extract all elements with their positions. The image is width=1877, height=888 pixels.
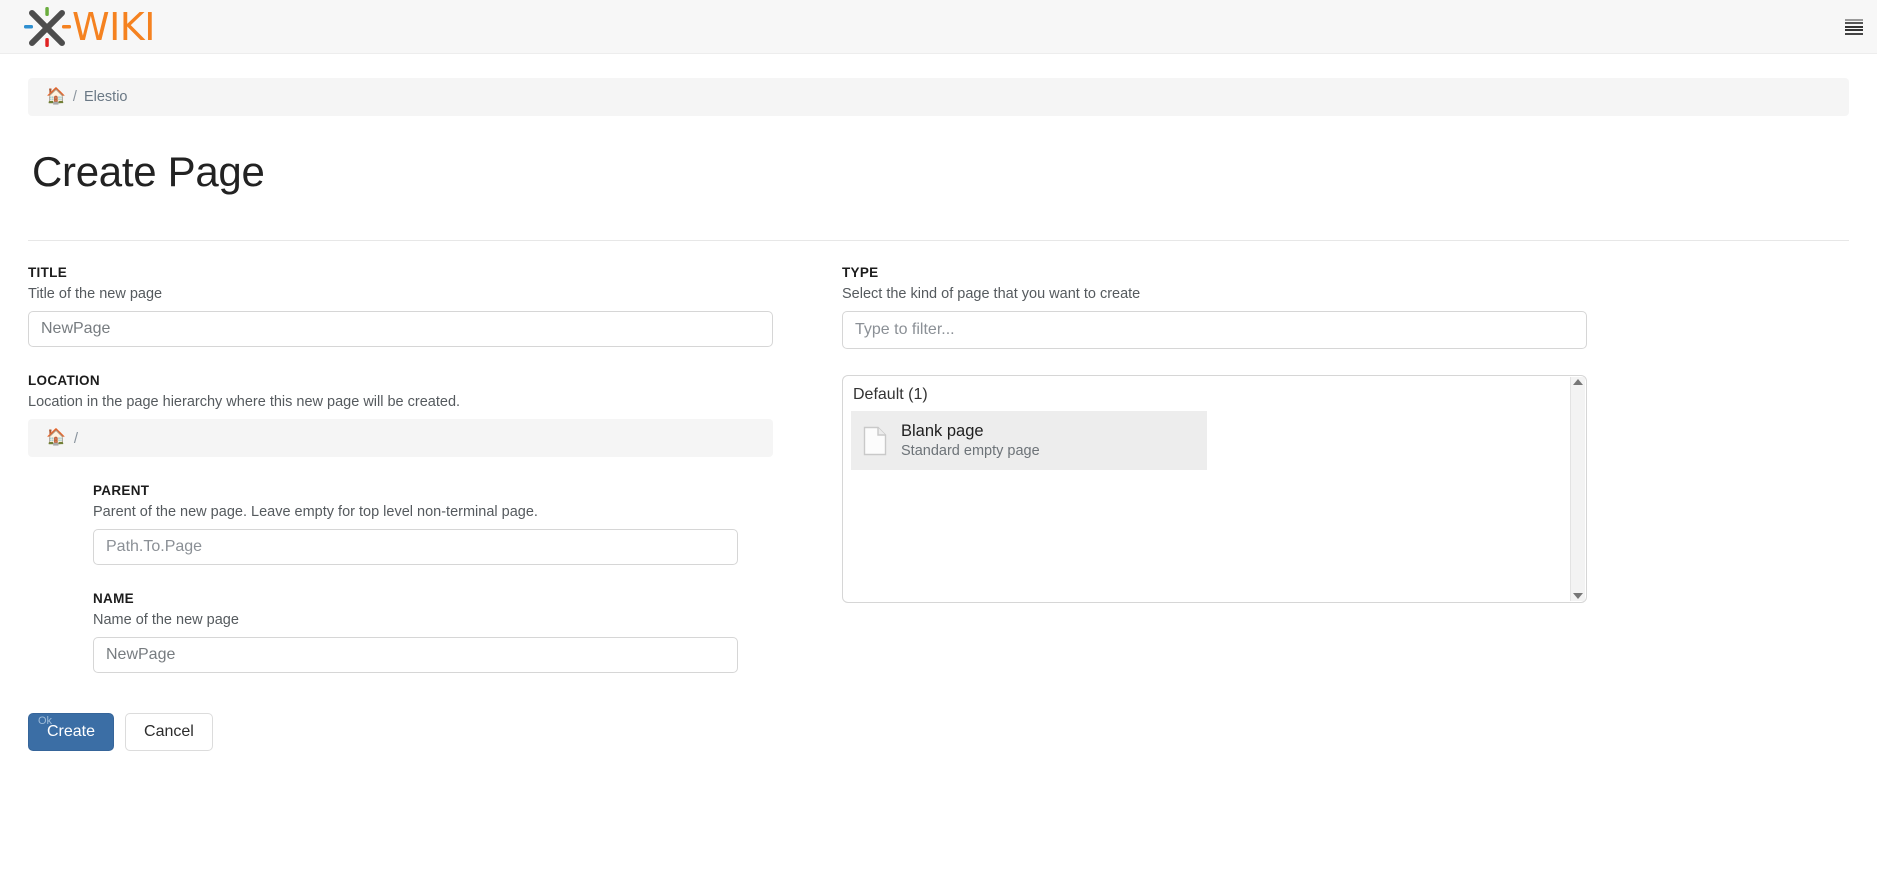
type-field-hint: Select the kind of page that you want to… xyxy=(842,286,1141,302)
document-page-icon xyxy=(863,426,887,456)
template-list-scrollbar[interactable] xyxy=(1570,377,1585,601)
template-name: Blank page xyxy=(901,422,984,440)
title-field-label: TITLE xyxy=(28,265,67,280)
create-accesskey-hint: Ok xyxy=(38,715,53,727)
title-field-hint: Title of the new page xyxy=(28,286,163,302)
page-title: Create Page xyxy=(32,148,265,195)
parent-input[interactable] xyxy=(93,529,738,565)
hamburger-menu-icon[interactable] xyxy=(1845,18,1863,35)
name-field-group: NAME Name of the new page xyxy=(93,591,773,673)
header-divider xyxy=(28,240,1849,241)
hamburger-bar xyxy=(1845,25,1863,28)
type-field-label: TYPE xyxy=(842,265,879,280)
form-actions: Ok Create Cancel xyxy=(28,713,773,751)
home-icon[interactable]: 🏠 xyxy=(46,430,66,446)
breadcrumb-item-elestio[interactable]: Elestio xyxy=(84,89,128,105)
cancel-button-label: Cancel xyxy=(144,723,194,740)
form-columns: TITLE Title of the new page LOCATION Loc… xyxy=(28,265,1849,751)
location-field-label: LOCATION xyxy=(28,373,100,388)
hamburger-bar xyxy=(1845,18,1863,21)
right-column: TYPE Select the kind of page that you wa… xyxy=(842,265,1587,751)
parent-field-group: PARENT Parent of the new page. Leave emp… xyxy=(93,483,773,565)
hamburger-bar xyxy=(1845,22,1863,24)
template-group-title: Default (1) xyxy=(853,386,928,403)
breadcrumb-separator: / xyxy=(72,89,77,105)
template-list-panel: Default (1) Blank page Standard empty pa… xyxy=(842,375,1587,603)
title-input[interactable] xyxy=(28,311,773,347)
xwiki-logo-x-icon xyxy=(22,5,74,49)
top-bar: WIKI xyxy=(0,0,1877,54)
name-field-hint: Name of the new page xyxy=(93,612,239,628)
create-button[interactable]: Ok Create xyxy=(28,713,115,751)
type-filter-input[interactable] xyxy=(842,311,1587,349)
hamburger-bar xyxy=(1845,32,1863,35)
name-field-label: NAME xyxy=(93,591,134,606)
parent-field-label: PARENT xyxy=(93,483,150,498)
xwiki-logo[interactable]: WIKI xyxy=(22,5,155,49)
type-field-group: TYPE Select the kind of page that you wa… xyxy=(842,265,1587,349)
name-input[interactable] xyxy=(93,637,738,673)
location-separator: / xyxy=(73,429,79,447)
parent-field-hint: Parent of the new page. Leave empty for … xyxy=(93,504,538,520)
scroll-up-arrow-icon[interactable] xyxy=(1573,379,1583,385)
location-breadcrumb[interactable]: 🏠 / xyxy=(28,419,773,457)
scroll-down-arrow-icon[interactable] xyxy=(1573,593,1583,599)
template-description: Standard empty page xyxy=(901,442,1040,459)
left-column: TITLE Title of the new page LOCATION Loc… xyxy=(28,265,773,751)
home-icon[interactable]: 🏠 xyxy=(46,89,66,105)
xwiki-logo-text: WIKI xyxy=(72,4,155,49)
location-field-group: LOCATION Location in the page hierarchy … xyxy=(28,373,773,673)
breadcrumb: 🏠 / Elestio xyxy=(28,78,1849,116)
template-item-blank-page[interactable]: Blank page Standard empty page xyxy=(851,411,1207,471)
page-content: 🏠 / Elestio Create Page TITLE Title of t… xyxy=(0,78,1877,751)
title-field-group: TITLE Title of the new page xyxy=(28,265,773,347)
hamburger-bar xyxy=(1845,29,1863,31)
location-field-hint: Location in the page hierarchy where thi… xyxy=(28,394,461,410)
create-button-label: Create xyxy=(47,723,96,740)
cancel-button[interactable]: Cancel xyxy=(125,713,213,751)
